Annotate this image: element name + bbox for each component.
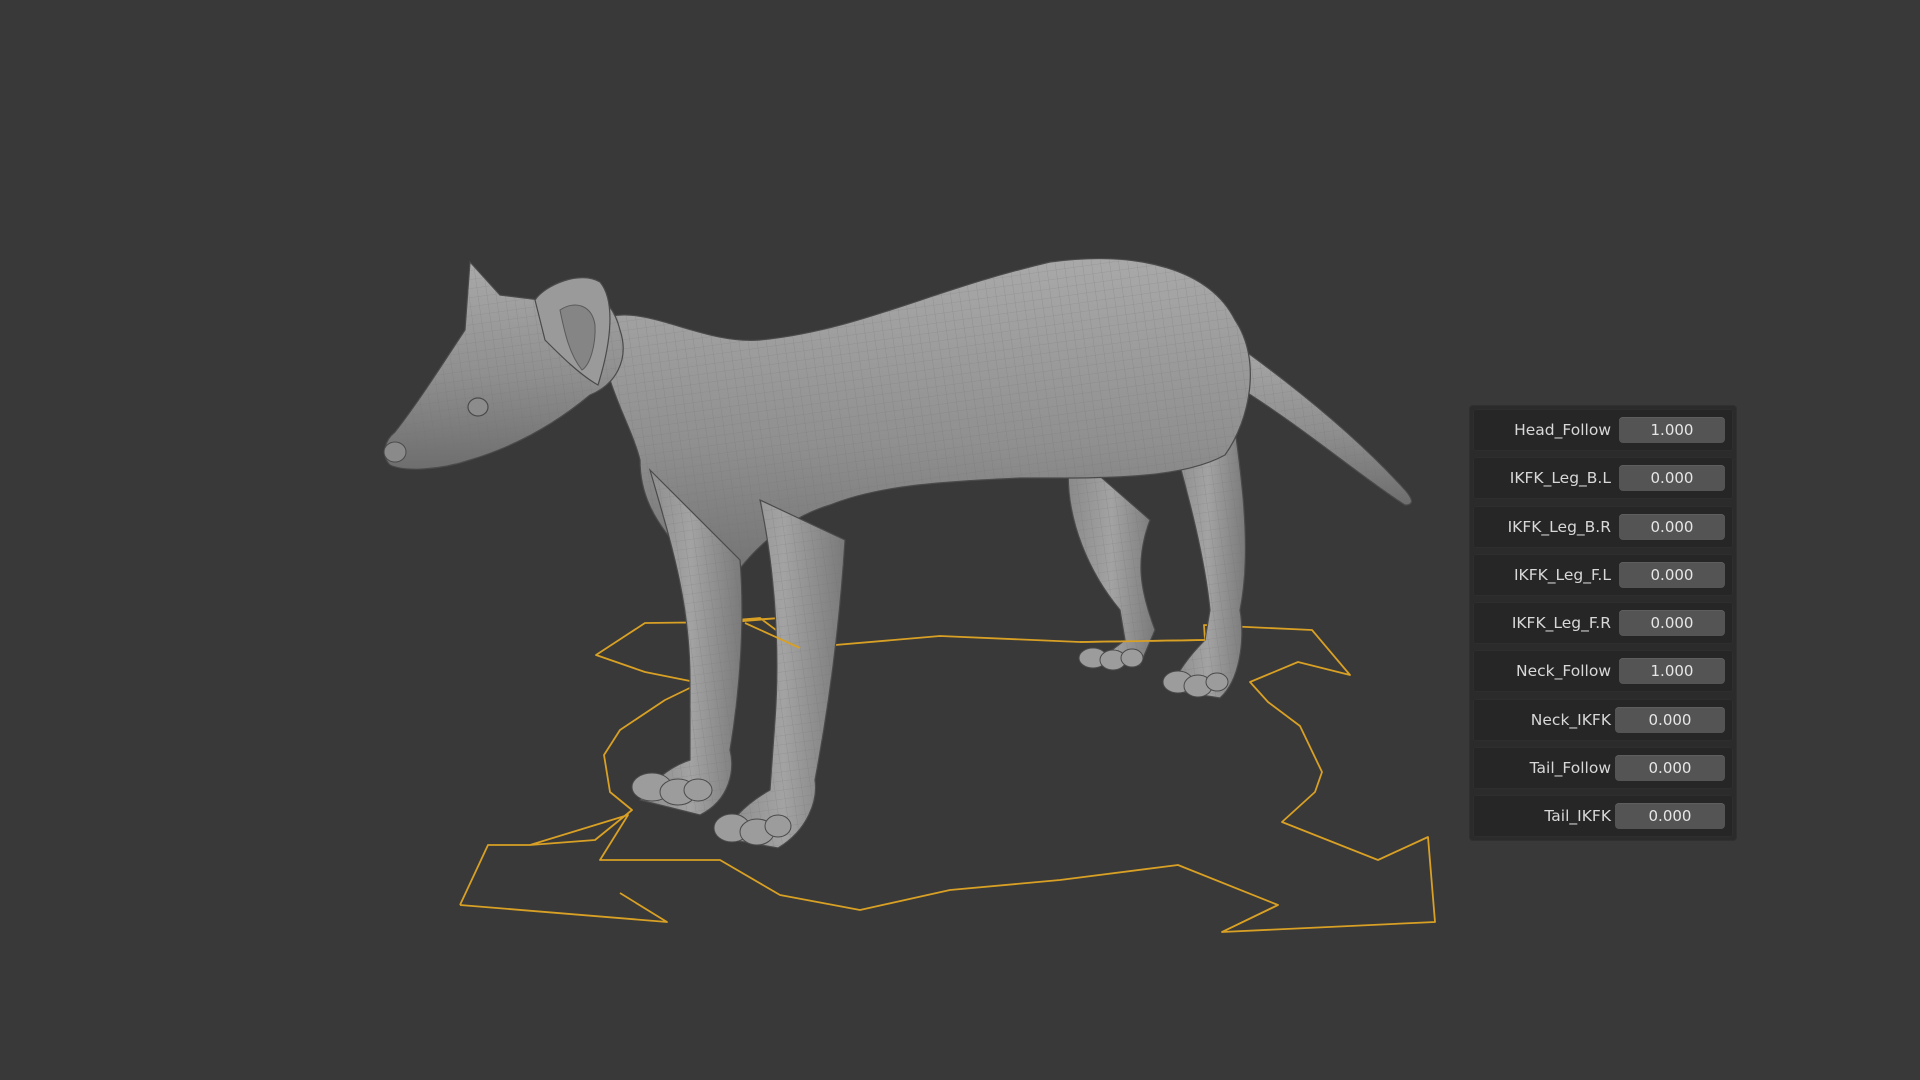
property-value-field[interactable]: 0.000 [1619, 465, 1725, 492]
property-row-head-follow: Head_Follow 1.000 [1473, 409, 1733, 451]
property-label: IKFK_Leg_F.L [1513, 565, 1611, 584]
property-row-ikfk-leg-f-l: IKFK_Leg_F.L 0.000 [1473, 553, 1733, 596]
property-label: Neck_IKFK [1530, 710, 1611, 729]
3d-viewport[interactable]: Head_Follow 1.000 IKFK_Leg_B.L 0.000 IKF… [0, 0, 1920, 1080]
property-value-field[interactable]: 0.000 [1615, 706, 1725, 733]
property-label: IKFK_Leg_B.R [1507, 517, 1611, 536]
property-value-field[interactable]: 0.000 [1615, 755, 1725, 782]
custom-properties-panel: Head_Follow 1.000 IKFK_Leg_B.L 0.000 IKF… [1470, 406, 1736, 841]
property-value-field[interactable]: 1.000 [1619, 658, 1725, 685]
property-label: IKFK_Leg_B.L [1509, 469, 1611, 488]
property-row-ikfk-leg-b-l: IKFK_Leg_B.L 0.000 [1473, 457, 1733, 500]
root-controller-icon[interactable] [459, 617, 1436, 933]
property-row-ikfk-leg-b-r: IKFK_Leg_B.R 0.000 [1473, 505, 1733, 548]
property-row-tail-follow: Tail_Follow 0.000 [1473, 747, 1733, 790]
property-value-field[interactable]: 1.000 [1619, 417, 1725, 443]
property-label: Head_Follow [1514, 421, 1611, 439]
property-value-field[interactable]: 0.000 [1619, 561, 1725, 588]
property-label: IKFK_Leg_F.R [1511, 614, 1611, 633]
property-label: Neck_Follow [1516, 662, 1611, 681]
property-row-ikfk-leg-f-r: IKFK_Leg_F.R 0.000 [1473, 602, 1733, 645]
property-label: Tail_Follow [1529, 759, 1611, 778]
property-value-field[interactable]: 0.000 [1619, 513, 1725, 540]
property-row-neck-ikfk: Neck_IKFK 0.000 [1473, 698, 1733, 741]
property-row-neck-follow: Neck_Follow 1.000 [1473, 650, 1733, 693]
property-value-field[interactable]: 0.000 [1615, 803, 1725, 830]
property-label: Tail_IKFK [1544, 807, 1611, 826]
property-value-field[interactable]: 0.000 [1619, 610, 1725, 637]
property-row-tail-ikfk: Tail_IKFK 0.000 [1473, 795, 1733, 838]
eye-icon [467, 397, 489, 417]
head-mesh [383, 260, 624, 470]
